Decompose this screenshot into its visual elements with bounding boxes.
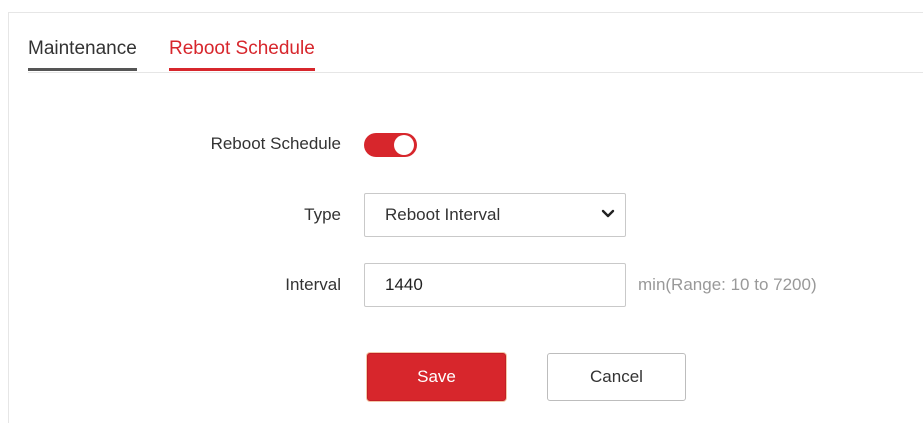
type-select[interactable]: Reboot Interval <box>364 193 626 237</box>
type-label: Type <box>304 205 341 224</box>
interval-range-hint: min(Range: 10 to 7200) <box>638 275 817 294</box>
interval-row: Interval 1440 min(Range: 10 to 7200) <box>0 263 923 307</box>
reboot-schedule-page: Maintenance Reboot Schedule Reboot Sched… <box>0 0 923 423</box>
interval-input[interactable]: 1440 <box>364 263 626 307</box>
save-button[interactable]: Save <box>367 353 506 401</box>
tab-reboot-schedule[interactable]: Reboot Schedule <box>169 37 315 71</box>
reboot-schedule-row: Reboot Schedule <box>0 126 923 162</box>
chevron-down-icon <box>601 209 615 218</box>
type-row: Type Reboot Interval <box>0 193 923 237</box>
interval-label: Interval <box>285 275 341 294</box>
cancel-button[interactable]: Cancel <box>547 353 686 401</box>
toggle-knob <box>394 135 414 155</box>
tab-bar: Maintenance Reboot Schedule <box>28 37 923 73</box>
type-select-value: Reboot Interval <box>385 205 501 224</box>
tab-maintenance[interactable]: Maintenance <box>28 37 137 71</box>
reboot-schedule-label: Reboot Schedule <box>210 134 341 153</box>
action-buttons: Save Cancel <box>0 353 923 401</box>
reboot-schedule-toggle[interactable] <box>364 133 417 157</box>
panel-top-border <box>8 12 923 13</box>
interval-input-value: 1440 <box>385 275 423 294</box>
